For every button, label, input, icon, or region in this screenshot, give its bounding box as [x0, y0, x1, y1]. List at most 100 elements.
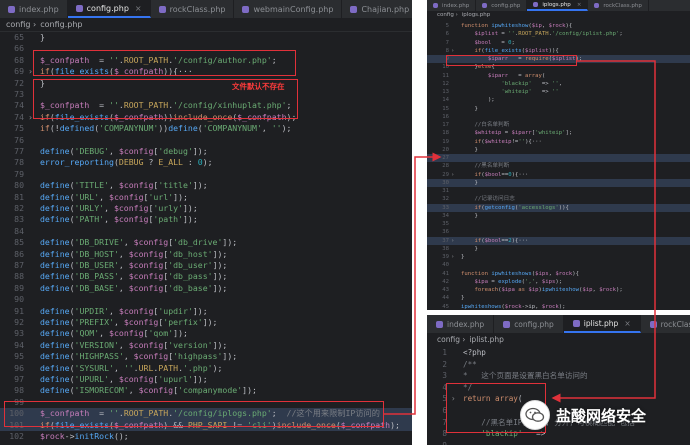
breadcrumb-item[interactable]: config ›	[437, 12, 458, 18]
line-number: 14	[442, 97, 449, 104]
tab-config[interactable]: config.php	[476, 0, 528, 11]
line-number: 97	[14, 374, 24, 384]
line-number: 7	[445, 39, 449, 46]
code-line: 75 if(!defined('COMPANYNUM'))define('COMP…	[0, 123, 412, 134]
php-file-icon	[242, 5, 250, 13]
code-line: 36	[427, 228, 690, 236]
line-number: 68	[14, 54, 24, 65]
line-number: 15	[442, 105, 449, 112]
line-number: 8	[442, 429, 447, 439]
code-line: 2 /**	[427, 359, 690, 371]
tab-webmainConfig[interactable]: webmainConfig.php	[234, 0, 343, 18]
code-line: 65}	[0, 32, 412, 43]
code-line: 79	[0, 169, 412, 180]
code-text: <?php	[463, 348, 486, 357]
code-line: 102 $rock->initRock();	[0, 431, 412, 442]
line-number: 32	[442, 196, 449, 203]
code-text: }	[461, 105, 478, 112]
line-number: 80	[14, 180, 24, 191]
code-line: 43 foreach($ipa as $ip)ipwhiteshow($ip, …	[427, 286, 690, 294]
code-text: if(file_exists($_confpath) && PHP_SAPI !…	[40, 419, 400, 430]
code-line: 16	[427, 113, 690, 121]
code-line: 82 define('URLY', $config['urly']);	[0, 203, 412, 214]
code-line: 87 define('DB_USER', $config['db_user']);	[0, 260, 412, 271]
tab-label: config.php	[491, 2, 521, 9]
breadcrumb-item[interactable]: config ›	[6, 20, 36, 29]
tab-Chajian[interactable]: Chajian.php	[342, 0, 412, 18]
tab-label: index.php	[442, 2, 470, 9]
tab-label: index.php	[447, 319, 485, 329]
fold-toggle-icon[interactable]: ›	[451, 393, 456, 405]
tab-index[interactable]: index.php	[0, 0, 68, 18]
line-number: 16	[442, 113, 449, 120]
tab-config[interactable]: config.php ×	[67, 0, 151, 18]
code-text: /**	[463, 359, 477, 369]
tab-rockClass[interactable]: rockClass.php	[641, 315, 690, 333]
close-tab-icon[interactable]: ×	[577, 2, 582, 8]
fold-toggle-icon[interactable]: ›	[451, 253, 454, 261]
tab-iplogs[interactable]: iplogs.php ×	[527, 0, 589, 11]
tab-index[interactable]: index.php	[427, 315, 495, 333]
code-line: 44}	[427, 294, 690, 302]
breadcrumb-item[interactable]: iplist.php	[469, 335, 504, 344]
tab-rockClass[interactable]: rockClass.php	[151, 0, 235, 18]
code-line: 92 define('PREFIX', $config['perfix']);	[0, 317, 412, 328]
line-number: 100	[9, 408, 24, 419]
code-line: 19 if($whiteip!=''){···	[427, 138, 690, 146]
fold-toggle-icon[interactable]: ›	[451, 47, 454, 55]
breadcrumb-item[interactable]: iplogs.php	[462, 12, 491, 18]
tab-rockClass[interactable]: rockClass.php	[588, 0, 649, 11]
tab-iplist[interactable]: iplist.php ×	[563, 315, 641, 333]
line-number: 77	[14, 146, 24, 156]
line-number: 42	[442, 278, 449, 285]
breadcrumb-item[interactable]: config.php	[40, 20, 82, 29]
code-text: );	[461, 97, 495, 104]
php-file-icon	[503, 320, 511, 328]
line-number: 98	[14, 385, 24, 396]
code-text: }	[40, 77, 45, 88]
line-number: 94	[14, 339, 24, 350]
line-number: 8	[445, 47, 449, 54]
close-tab-icon[interactable]: ×	[624, 319, 630, 328]
code-area[interactable]: 5 function ipwhiteshow($ip, $rock){6 $ipl…	[427, 22, 690, 310]
tab-config[interactable]: config.php	[494, 315, 564, 333]
code-text: $iparr = array(	[487, 72, 546, 79]
line-number: 83	[14, 214, 24, 225]
fold-toggle-icon[interactable]: ›	[28, 112, 33, 123]
tab-label: Chajian.php	[361, 4, 410, 14]
fold-toggle-icon[interactable]: ›	[451, 237, 454, 245]
tab-index[interactable]: index.php	[427, 0, 477, 11]
line-number: 65	[14, 32, 24, 42]
line-number: 30	[442, 179, 449, 186]
code-text: 'whiteip' => ''	[501, 89, 559, 95]
code-text: if($whiteip!=''){···	[474, 138, 542, 145]
code-line: 8 if(file_exists($iplist)){›	[427, 47, 690, 55]
code-line: 13 'whiteip' => ''	[427, 88, 690, 96]
code-line: 6 $iplist = ''.ROOT_PATH.'/config/iplist…	[427, 30, 690, 38]
watermark-text: 盐酸网络安全	[556, 406, 647, 425]
code-text: define('PREFIX', $config['perfix']);	[40, 317, 218, 327]
line-number: 88	[14, 271, 24, 282]
line-number: 7	[442, 417, 447, 427]
code-text: $iparr = require($iplist);	[487, 56, 583, 62]
line-number: 91	[14, 305, 24, 316]
code-area[interactable]: 65} 66 68 $_confpath = ''.ROOT_PATH.'/confi…	[0, 32, 412, 445]
code-line: 40	[427, 261, 690, 269]
code-text: define('DEBUG', $config['debug']);	[40, 146, 208, 156]
code-line: 84	[0, 226, 412, 237]
breadcrumb-item[interactable]: config ›	[437, 335, 465, 344]
line-number: 33	[442, 204, 449, 211]
line-number: 43	[442, 287, 449, 293]
code-text: }	[461, 212, 478, 219]
code-text: if(file_exists($_confpath))include_once(…	[40, 111, 297, 122]
fold-toggle-icon[interactable]: ›	[28, 66, 33, 77]
line-number: 92	[14, 317, 24, 327]
fold-toggle-icon[interactable]: ›	[451, 171, 454, 179]
code-line: 11 $iparr = array(	[427, 72, 690, 80]
code-line: 77 define('DEBUG', $config['debug']);	[0, 146, 412, 157]
code-area[interactable]: 1 <?php 2 /** 3 * 这个页面是设置黑白名单访问的 4 */ 5 return ar…	[427, 347, 690, 445]
code-text: * 这个页面是设置黑白名单访问的	[463, 371, 588, 381]
close-tab-icon[interactable]: ×	[135, 4, 142, 13]
line-number: 36	[442, 229, 449, 236]
tab-label: rockClass.php	[660, 319, 690, 329]
